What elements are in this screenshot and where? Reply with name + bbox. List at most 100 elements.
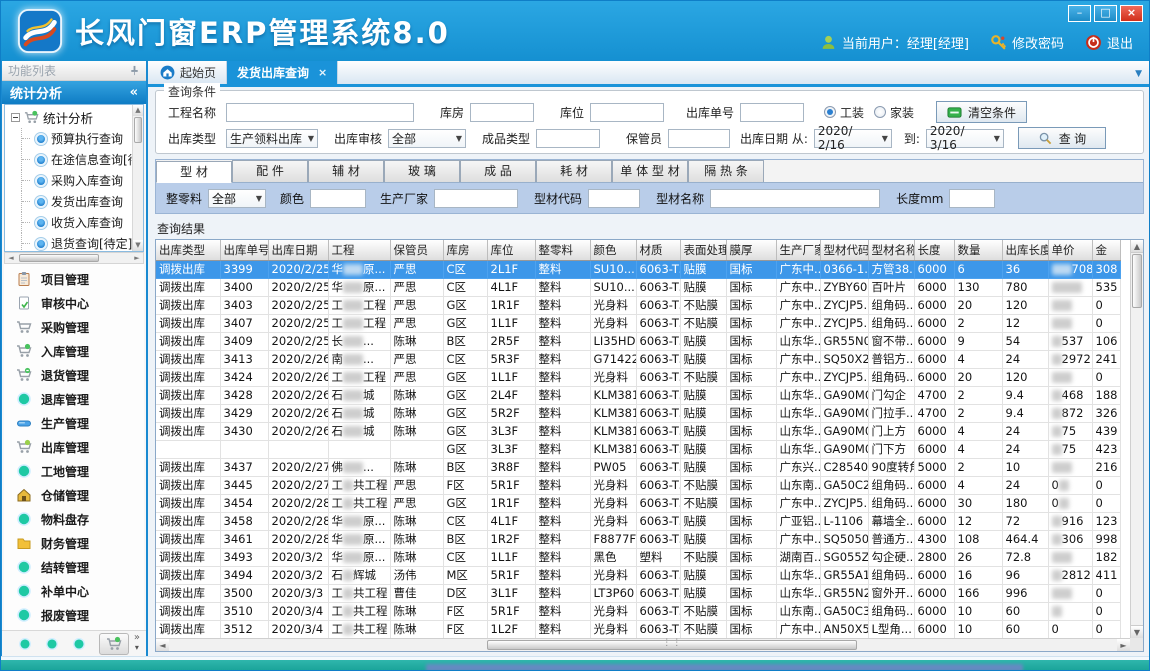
tree-expander-icon[interactable] [11,113,20,122]
radio-jiazhuang[interactable]: 家装 [874,104,914,121]
scroll-left-icon[interactable]: ◄ [5,253,17,263]
column-header[interactable]: 金 [1092,240,1120,260]
scroll-down-icon[interactable]: ▼ [1131,625,1143,638]
scroll-up-icon[interactable]: ▲ [133,105,143,116]
keeper-input[interactable] [668,129,730,148]
table-row[interactable]: 调拨出库34072020/2/25工工程严思G区1L1F整料光身料6063-T5… [156,314,1120,332]
tab-home[interactable]: 起始页 [150,61,227,84]
column-header[interactable]: 数量 [954,240,1002,260]
sidebar-menu-item[interactable]: 物料盘存 [4,507,144,531]
scroll-down-icon[interactable]: ▼ [133,240,143,251]
scroll-right-icon[interactable]: ► [1117,639,1130,651]
change-password[interactable]: 修改密码 [990,33,1064,52]
tree-item[interactable]: 退货查询[待定] [5,233,143,252]
table-row[interactable]: 调拨出库34292020/2/26石城陈琳G区5R2F整料KLM38176063… [156,404,1120,422]
close-tab-icon[interactable]: × [318,66,327,79]
scroll-thumb[interactable] [19,254,99,262]
table-row[interactable]: 调拨出库34372020/2/27佛...陈琳B区3R8F整料PW056063-… [156,458,1120,476]
table-row[interactable]: 调拨出库34242020/2/26工工程严思G区1L1F整料光身料6063-T5… [156,368,1120,386]
circle-icon[interactable] [45,637,59,651]
profile-name-input[interactable] [710,189,880,208]
collapse-icon[interactable]: « [130,85,138,100]
grid-vertical-scrollbar[interactable]: ▲ ▼ [1130,240,1143,638]
pin-icon[interactable] [129,65,140,76]
tab-list-dropdown-icon[interactable]: ▼ [1135,69,1142,79]
scroll-thumb[interactable] [134,117,142,143]
sidebar-menu-item[interactable]: 财务管理 [4,531,144,555]
scroll-up-icon[interactable]: ▲ [1131,240,1143,253]
material-tab-1[interactable]: 型 材 [156,161,232,183]
circle-icon[interactable] [18,637,32,651]
table-row[interactable]: 调拨出库35102020/3/4工共工程陈琳F区5R1F整料光身料6063-T5… [156,602,1120,620]
tree-root[interactable]: 统计分析 [5,107,143,128]
table-row[interactable]: 调拨出库34282020/2/26石城陈琳G区2L4F整料KLM38176063… [156,386,1120,404]
overflow-chevron-icon[interactable]: »▾ [134,633,140,653]
column-header[interactable]: 出库单号 [220,240,268,260]
sidebar-menu-item[interactable]: 采购管理 [4,315,144,339]
column-header[interactable]: 出库日期 [268,240,328,260]
section-header[interactable]: 统计分析 « [2,81,146,104]
sidebar-menu-item[interactable]: 出库管理 [4,435,144,459]
order-no-input[interactable] [740,103,804,122]
tree-item[interactable]: 采购入库查询 [5,170,143,191]
tab-outbound-query[interactable]: 发货出库查询 × [227,61,338,84]
table-row[interactable]: 调拨出库34542020/2/28工共工程严思G区1R1F整料光身料6063-T… [156,494,1120,512]
column-header[interactable]: 库房 [443,240,487,260]
sidebar-menu-item[interactable]: 结转管理 [4,555,144,579]
table-row[interactable]: 调拨出库35002020/3/3工共工程曹佳D区3L1F整料LT3P606063… [156,584,1120,602]
table-row[interactable]: 调拨出库34612020/2/28华原...陈琳B区1R2F整料F8877FT6… [156,530,1120,548]
column-header[interactable]: 整零料 [535,240,590,260]
close-button[interactable]: × [1120,5,1143,22]
sidebar-menu-item[interactable]: 退库管理 [4,387,144,411]
material-tab-2[interactable]: 配 件 [232,160,308,182]
column-header[interactable]: 表面处理 [680,240,726,260]
column-header[interactable]: 型材代码 [820,240,868,260]
tree-item[interactable]: 收货入库查询 [5,212,143,233]
tree-item[interactable]: 预算执行查询 [5,128,143,149]
sidebar-menu-item[interactable]: 报废管理 [4,603,144,627]
column-header[interactable]: 工程 [328,240,390,260]
circle-icon[interactable] [72,637,86,651]
column-header[interactable]: 单价 [1048,240,1092,260]
column-header[interactable]: 长度 [914,240,954,260]
table-row[interactable]: 调拨出库34582020/2/28华原...陈琳C区4L1F整料光身料6063-… [156,512,1120,530]
minimize-button[interactable]: – [1068,5,1091,22]
product-type-input[interactable] [536,129,600,148]
column-header[interactable]: 出库长度 [1002,240,1048,260]
material-tab-6[interactable]: 耗 材 [536,160,612,182]
outbound-type-select[interactable]: 生产领料出库▼ [226,129,318,148]
table-row[interactable]: 调拨出库35122020/3/4工共工程陈琳F区1L2F整料光身料6063-T5… [156,620,1120,638]
table-row[interactable]: 调拨出库34452020/2/27工共工程严思F区5R1F整料光身料6063-T… [156,476,1120,494]
date-to-select[interactable]: 2020/ 3/16▼ [926,129,1004,148]
color-input[interactable] [310,189,366,208]
material-tab-4[interactable]: 玻 璃 [384,160,460,182]
date-from-select[interactable]: 2020/ 2/16▼ [814,129,892,148]
manufacturer-input[interactable] [434,189,518,208]
table-row[interactable]: 调拨出库34092020/2/25长...陈琳B区2R5F整料LI35HD606… [156,332,1120,350]
column-header[interactable]: 膜厚 [726,240,776,260]
grid-horizontal-scrollbar[interactable]: ◄ ► [156,638,1130,651]
sidebar-menu-item[interactable]: 补单中心 [4,579,144,603]
tree-item[interactable]: 发货出库查询 [5,191,143,212]
table-row[interactable]: 调拨出库34132020/2/26南...严思C区5R3F整料G71422606… [156,350,1120,368]
scroll-left-icon[interactable]: ◄ [156,639,169,651]
sidebar-menu-item[interactable]: 生产管理 [4,411,144,435]
column-header[interactable]: 颜色 [590,240,636,260]
scroll-right-icon[interactable]: ► [131,253,143,263]
table-row[interactable]: 调拨出库34002020/2/25华原...严思C区4L1F整料SU10...6… [156,278,1120,296]
tree-vertical-scrollbar[interactable]: ▲ ▼ [132,105,143,251]
tree-horizontal-scrollbar[interactable]: ◄ ► [4,252,144,264]
column-header[interactable]: 材质 [636,240,680,260]
column-header[interactable]: 库位 [487,240,535,260]
radio-gongzhuang[interactable]: 工装 [824,104,864,121]
audit-select[interactable]: 全部▼ [388,129,466,148]
material-tab-3[interactable]: 辅 材 [308,160,384,182]
column-header[interactable]: 生产厂家 [776,240,820,260]
table-row[interactable]: 调拨出库34302020/2/26石城陈琳G区3L3F整料KLM38176063… [156,422,1120,440]
search-button[interactable]: 查 询 [1018,127,1106,149]
material-tab-5[interactable]: 成 品 [460,160,536,182]
warehouse-input[interactable] [470,103,534,122]
table-row[interactable]: 调拨出库34932020/3/2华原...陈琳C区1L1F整料黑色塑料不贴膜国标… [156,548,1120,566]
sidebar-menu-item[interactable]: 入库管理 [4,339,144,363]
sidebar-menu-item[interactable]: 仓储管理 [4,483,144,507]
